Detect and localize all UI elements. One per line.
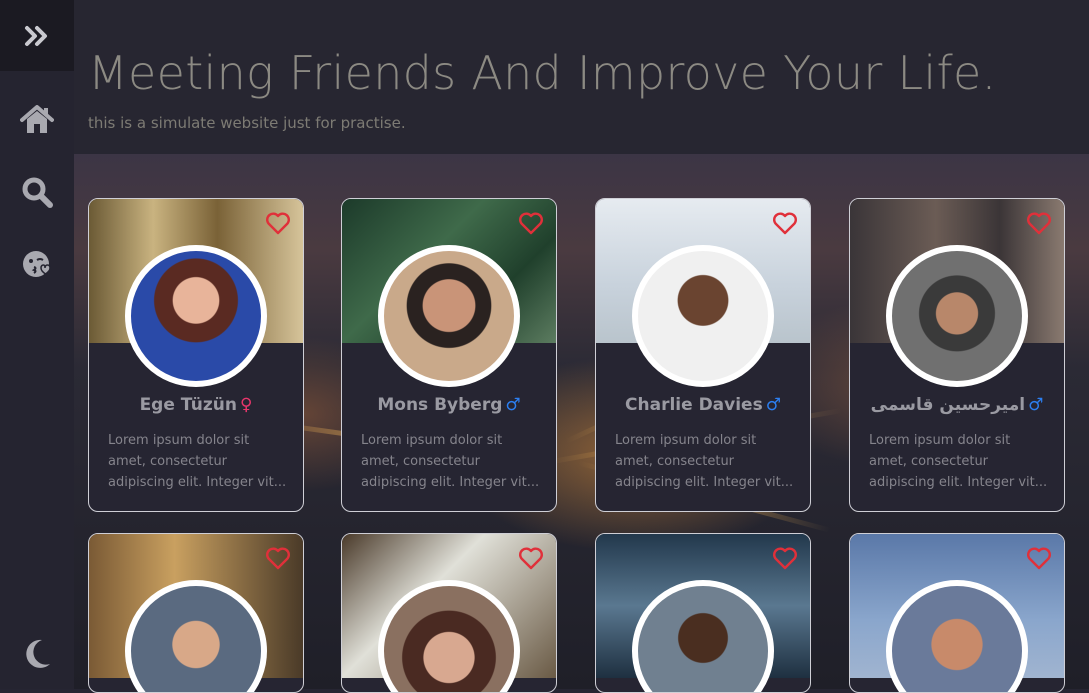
description-line: amet, consectetur: [108, 454, 228, 469]
profile-card[interactable]: [88, 533, 304, 693]
like-button[interactable]: [265, 546, 291, 570]
profile-name-text: Mons Byberg: [377, 395, 503, 415]
description-line: Lorem ipsum dolor sit: [108, 433, 250, 448]
like-button[interactable]: [518, 546, 544, 570]
sidebar: [0, 0, 74, 689]
description-line: adipiscing elit. Integer vit...: [361, 475, 540, 490]
description-line: adipiscing elit. Integer vit...: [615, 475, 794, 490]
female-icon: ♀: [239, 395, 253, 415]
profile-name: Charlie Davies ♂: [596, 395, 810, 415]
avatar[interactable]: [886, 245, 1028, 387]
search-icon: [22, 177, 53, 208]
heart-icon: [266, 212, 290, 235]
home-icon: [20, 105, 54, 133]
sidebar-toggle-button[interactable]: [0, 0, 74, 71]
heart-icon: [773, 212, 797, 235]
page-header: Meeting Friends And Improve Your Life. t…: [74, 0, 1089, 154]
heart-icon: [519, 547, 543, 570]
avatar[interactable]: [378, 245, 520, 387]
description-line: adipiscing elit. Integer vit...: [869, 475, 1048, 490]
description-line: amet, consectetur: [869, 454, 989, 469]
like-button[interactable]: [1026, 546, 1052, 570]
sidebar-item-home[interactable]: [0, 100, 74, 140]
moon-icon: [26, 639, 50, 668]
sidebar-item-search[interactable]: [0, 172, 74, 212]
avatar[interactable]: [125, 245, 267, 387]
profile-name: Mons Byberg ♂: [342, 395, 556, 415]
description-line: Lorem ipsum dolor sit: [615, 433, 757, 448]
description-line: Lorem ipsum dolor sit: [869, 433, 1011, 448]
sidebar-item-favorites[interactable]: [0, 244, 74, 284]
profile-name: امیرحسین قاسمی ♂: [850, 395, 1064, 415]
heart-icon: [773, 547, 797, 570]
like-button[interactable]: [772, 546, 798, 570]
profile-card[interactable]: [849, 533, 1065, 693]
profile-description: Lorem ipsum dolor sit amet, consectetur ad…: [361, 430, 541, 493]
male-icon: ♂: [505, 395, 521, 415]
like-button[interactable]: [772, 211, 798, 235]
profile-card[interactable]: [595, 533, 811, 693]
like-button[interactable]: [518, 211, 544, 235]
profile-name: Ege Tüzün ♀: [89, 395, 303, 415]
profile-card[interactable]: [341, 533, 557, 693]
male-icon: ♂: [1028, 395, 1044, 415]
profile-description: Lorem ipsum dolor sit amet, consectetur ad…: [869, 430, 1049, 493]
profile-card[interactable]: Mons Byberg ♂ Lorem ipsum dolor sit amet, c…: [341, 198, 557, 512]
description-line: Lorem ipsum dolor sit: [361, 433, 503, 448]
avatar[interactable]: [632, 245, 774, 387]
profile-card[interactable]: Charlie Davies ♂ Lorem ipsum dolor sit amet…: [595, 198, 811, 512]
profile-description: Lorem ipsum dolor sit amet, consectetur ad…: [615, 430, 795, 493]
profile-card[interactable]: Ege Tüzün ♀ Lorem ipsum dolor sit amet, con…: [88, 198, 304, 512]
page-subtitle: this is a simulate website just for prac…: [88, 114, 406, 132]
description-line: amet, consectetur: [361, 454, 481, 469]
profile-description: Lorem ipsum dolor sit amet, consectetur ad…: [108, 430, 288, 493]
profile-name-text: امیرحسین قاسمی: [870, 395, 1026, 415]
kiss-emoji-icon: [23, 251, 51, 277]
profile-name-text: Charlie Davies: [625, 395, 763, 415]
description-line: adipiscing elit. Integer vit...: [108, 475, 287, 490]
description-line: amet, consectetur: [615, 454, 735, 469]
theme-toggle-button[interactable]: [0, 634, 74, 674]
page-title: Meeting Friends And Improve Your Life.: [88, 46, 997, 100]
heart-icon: [1027, 547, 1051, 570]
profile-name-text: Ege Tüzün: [139, 395, 237, 415]
male-icon: ♂: [765, 395, 781, 415]
expand-chevrons-icon: [25, 25, 47, 46]
like-button[interactable]: [1026, 211, 1052, 235]
profile-card[interactable]: امیرحسین قاسمی ♂ Lorem ipsum dolor sit amet…: [849, 198, 1065, 512]
heart-icon: [1027, 212, 1051, 235]
heart-icon: [519, 212, 543, 235]
like-button[interactable]: [265, 211, 291, 235]
heart-icon: [266, 547, 290, 570]
